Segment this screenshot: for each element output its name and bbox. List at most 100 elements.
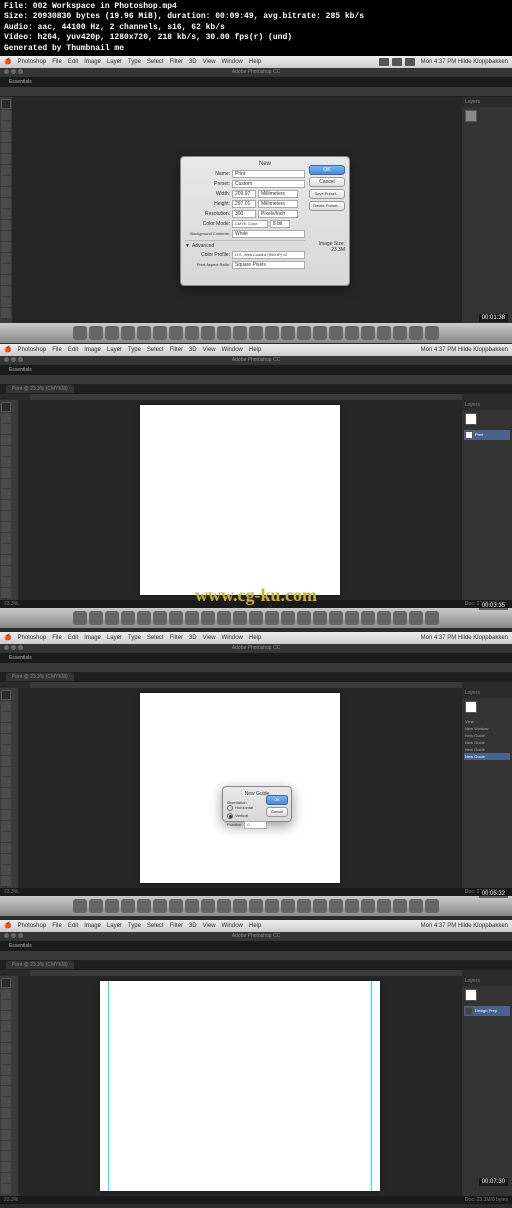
dock-app-icon[interactable] [169,326,183,340]
cancel-button[interactable]: Cancel [266,807,288,817]
lasso-tool[interactable] [1,121,11,131]
dock-app-icon[interactable] [217,326,231,340]
layer-row[interactable]: Print [464,430,510,440]
apple-icon[interactable]: 🍎 [4,922,11,929]
dock-app-icon[interactable] [249,326,263,340]
layer-row[interactable]: Design Prep [464,1006,510,1016]
dock-app-icon[interactable] [233,326,247,340]
menu-help[interactable]: Help [249,59,261,65]
history-item[interactable]: New Guide [464,739,510,746]
brush-tool[interactable] [1,176,11,186]
dock-app-icon[interactable] [377,326,391,340]
save-preset-button[interactable]: Save Preset... [309,189,345,199]
dock-finder-icon[interactable] [73,326,87,340]
menu-filter[interactable]: Filter [170,59,183,65]
dock-app-icon[interactable] [185,326,199,340]
workspace-switcher[interactable]: Essentials [9,79,32,85]
dock-app-icon[interactable] [105,326,119,340]
dock-app-icon[interactable] [297,326,311,340]
advanced-toggle[interactable]: Advanced [192,243,214,249]
close-icon[interactable] [4,69,9,74]
dock-app-icon[interactable] [313,326,327,340]
hand-tool[interactable] [1,297,11,307]
pixel-aspect-select[interactable]: Square Pixels [232,261,305,269]
zoom-icon[interactable] [18,69,23,74]
shape-tool[interactable] [1,286,11,296]
canvas[interactable] [140,405,340,595]
menu-image[interactable]: Image [84,59,101,65]
heal-tool[interactable] [1,165,11,175]
blur-tool[interactable] [1,231,11,241]
menu-layer[interactable]: Layer [107,59,122,65]
menu-select[interactable]: Select [147,59,164,65]
dock-app-icon[interactable] [409,326,423,340]
dock-app-icon[interactable] [345,326,359,340]
history-brush-tool[interactable] [1,198,11,208]
ok-button[interactable]: OK [309,165,345,175]
close-icon[interactable] [4,357,9,362]
wand-tool[interactable] [1,132,11,142]
dock-app-icon[interactable] [393,326,407,340]
minimize-icon[interactable] [11,357,16,362]
resolution-unit-select[interactable]: Pixels/Inch [258,210,298,218]
crop-tool[interactable] [1,143,11,153]
move-tool[interactable] [1,402,11,412]
delete-preset-button[interactable]: Delete Preset... [309,201,345,211]
guide-vertical[interactable] [108,981,109,1191]
history-item[interactable]: New Window [464,725,510,732]
preset-select[interactable]: Custom [232,180,305,188]
guide-vertical[interactable] [371,981,372,1191]
dodge-tool[interactable] [1,242,11,252]
width-input[interactable]: 209.97 [232,190,256,198]
dock-app-icon[interactable] [121,326,135,340]
dock-app-icon[interactable] [89,326,103,340]
eraser-tool[interactable] [1,209,11,219]
type-tool[interactable] [1,264,11,274]
canvas[interactable] [100,981,380,1191]
dock-trash-icon[interactable] [425,326,439,340]
gradient-tool[interactable] [1,220,11,230]
color-mode-select[interactable]: CMYK Color [232,220,268,228]
menu-window[interactable]: Window [222,59,243,65]
apple-icon[interactable]: 🍎 [4,346,11,353]
path-tool[interactable] [1,275,11,285]
app-name[interactable]: Photoshop [17,347,46,353]
menu-view[interactable]: View [203,59,216,65]
pen-tool[interactable] [1,253,11,263]
zoom-tool[interactable] [1,308,11,318]
eyedropper-tool[interactable] [1,154,11,164]
document-area[interactable] [18,400,462,600]
history-item[interactable]: View [464,718,510,725]
marquee-tool[interactable] [1,110,11,120]
apple-icon[interactable]: 🍎 [4,634,11,641]
layers-header[interactable]: Layers [462,97,512,107]
resolution-input[interactable]: 300 [232,210,256,218]
menu-3d[interactable]: 3D [189,59,197,65]
history-item[interactable]: New Guide [464,753,510,760]
horizontal-radio[interactable] [227,805,233,811]
doc-tab[interactable]: Print @ 23.3% (CMYK/8) [6,385,74,393]
dock-app-icon[interactable] [137,326,151,340]
history-item[interactable]: New Guide [464,732,510,739]
dock-app-icon[interactable] [329,326,343,340]
vertical-radio[interactable] [227,813,233,819]
ok-button[interactable]: OK [266,795,288,805]
height-unit-select[interactable]: Millimeters [258,200,298,208]
dock-app-icon[interactable] [265,326,279,340]
menu-file[interactable]: File [52,59,62,65]
dock-app-icon[interactable] [281,326,295,340]
color-profile-select[interactable]: U.S. Web Coated (SWOP) v2 [232,251,305,259]
position-input[interactable]: 0 [244,821,267,829]
dock-app-icon[interactable] [201,326,215,340]
bg-contents-select[interactable]: White [232,230,305,238]
width-unit-select[interactable]: Millimeters [258,190,298,198]
minimize-icon[interactable] [11,69,16,74]
dock-app-icon[interactable] [361,326,375,340]
history-item[interactable]: New Guide [464,746,510,753]
move-tool[interactable] [1,99,11,109]
height-input[interactable]: 297.01 [232,200,256,208]
zoom-icon[interactable] [18,357,23,362]
apple-icon[interactable]: 🍎 [4,58,11,65]
cancel-button[interactable]: Cancel [309,177,345,187]
name-input[interactable]: Print [232,170,305,178]
